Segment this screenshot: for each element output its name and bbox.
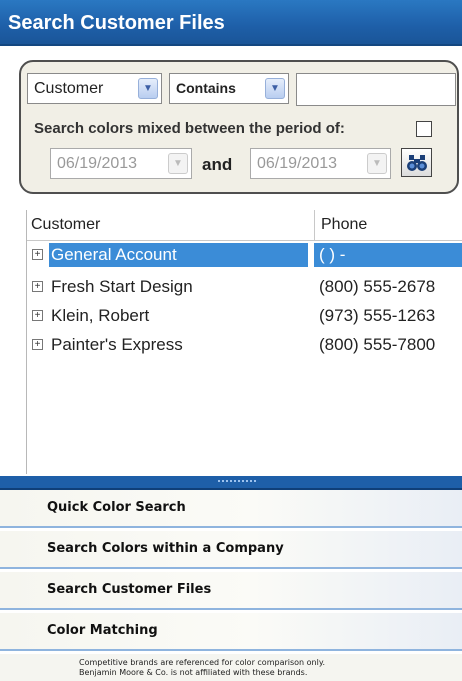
column-header-customer[interactable]: Customer	[31, 210, 100, 240]
disclaimer-line-1: Competitive brands are referenced for co…	[79, 658, 325, 667]
operator-select[interactable]: Contains ▼	[169, 73, 289, 104]
table-row[interactable]: + General Account ( ) -	[27, 243, 462, 267]
search-input[interactable]	[296, 73, 456, 106]
binoculars-icon	[406, 154, 427, 171]
date-to-value: 06/19/2013	[257, 155, 338, 172]
table-row[interactable]: + Fresh Start Design (800) 555-2678	[27, 275, 462, 299]
column-header-phone[interactable]: Phone	[314, 210, 462, 240]
nav-item-quick-color-search[interactable]: Quick Color Search	[0, 490, 462, 528]
customer-grid: Customer Phone + General Account ( ) - +…	[26, 210, 462, 474]
period-checkbox[interactable]	[416, 121, 432, 137]
expand-icon[interactable]: +	[32, 310, 43, 321]
grid-header: Customer Phone	[27, 210, 462, 241]
chevron-down-icon[interactable]: ▼	[138, 78, 158, 99]
customer-name: General Account	[49, 243, 308, 267]
customer-phone: (800) 555-2678	[319, 277, 436, 296]
grip-icon	[218, 480, 256, 485]
customer-name: Klein, Robert	[51, 306, 150, 325]
date-from-value: 06/19/2013	[57, 155, 138, 172]
chevron-down-icon[interactable]: ▼	[265, 78, 285, 99]
date-to-select[interactable]: 06/19/2013 ▼	[250, 148, 391, 179]
expand-icon[interactable]: +	[32, 249, 43, 260]
expand-icon[interactable]: +	[32, 339, 43, 350]
customer-name: Painter's Express	[51, 335, 183, 354]
window-title: Search Customer Files	[0, 0, 462, 46]
disclaimer-line-2: Benjamin Moore & Co. is not affiliated w…	[79, 668, 308, 677]
customer-phone: ( ) -	[314, 243, 462, 267]
nav-item-search-customer-files[interactable]: Search Customer Files	[0, 572, 462, 610]
date-from-select[interactable]: 06/19/2013 ▼	[50, 148, 192, 179]
chevron-down-icon[interactable]: ▼	[367, 153, 387, 174]
period-label: Search colors mixed between the period o…	[34, 120, 345, 137]
search-button[interactable]	[401, 148, 432, 177]
chevron-down-icon[interactable]: ▼	[168, 153, 188, 174]
expand-icon[interactable]: +	[32, 281, 43, 292]
panel-splitter[interactable]	[0, 476, 462, 490]
customer-name: Fresh Start Design	[51, 277, 193, 296]
table-row[interactable]: + Painter's Express (800) 555-7800	[27, 333, 462, 357]
nav-item-search-colors-within-company[interactable]: Search Colors within a Company	[0, 531, 462, 569]
nav-item-color-matching[interactable]: Color Matching	[0, 613, 462, 651]
field-select-value: Customer	[34, 80, 104, 97]
table-row[interactable]: + Klein, Robert (973) 555-1263	[27, 304, 462, 328]
disclaimer: Competitive brands are referenced for co…	[0, 654, 462, 681]
customer-phone: (973) 555-1263	[319, 306, 436, 325]
customer-phone: (800) 555-7800	[319, 335, 436, 354]
field-select[interactable]: Customer ▼	[27, 73, 162, 104]
and-label: and	[202, 155, 233, 174]
operator-select-value: Contains	[176, 80, 236, 96]
